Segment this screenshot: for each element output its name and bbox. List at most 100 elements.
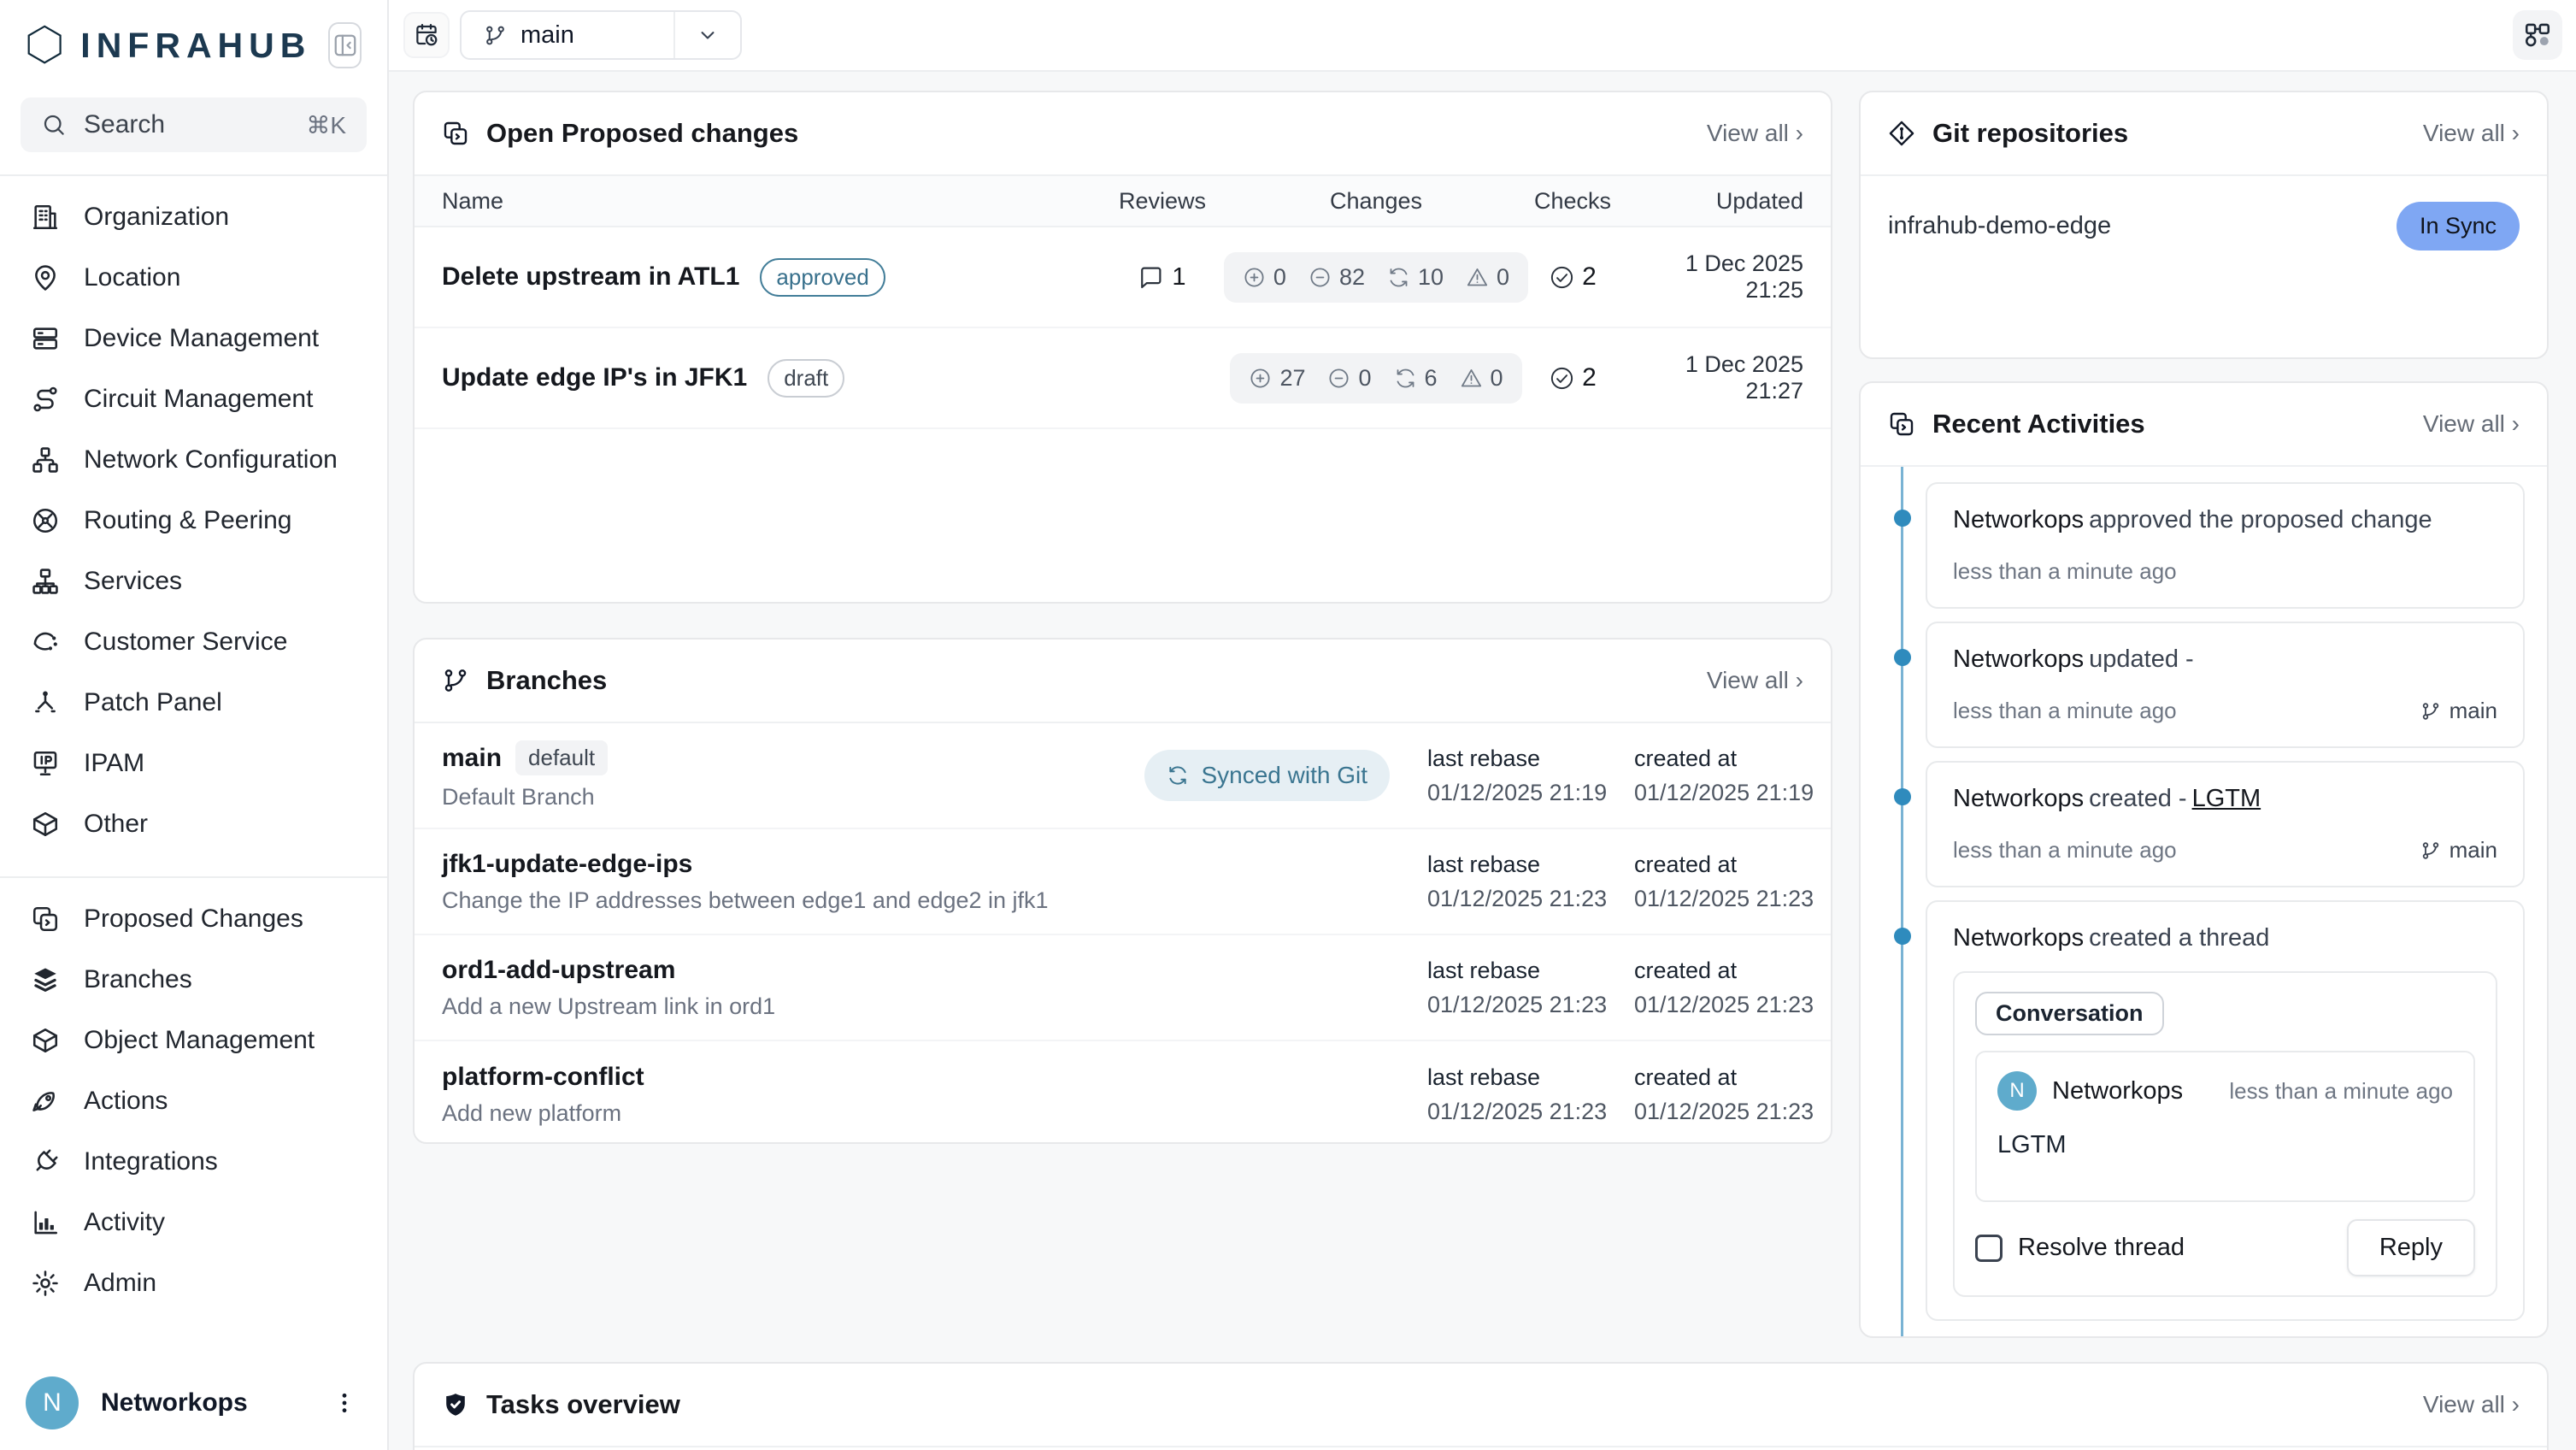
cube-icon bbox=[31, 1026, 60, 1055]
created-at-value: 01/12/2025 21:23 bbox=[1634, 1099, 1803, 1125]
time-travel-button[interactable] bbox=[403, 12, 450, 58]
rocket-icon bbox=[31, 1087, 60, 1116]
schema-button[interactable] bbox=[2513, 10, 2562, 60]
view-all-link[interactable]: View all › bbox=[1707, 120, 1803, 147]
sidebar-item-location[interactable]: Location bbox=[21, 247, 367, 308]
sidebar-item-actions[interactable]: Actions bbox=[21, 1070, 367, 1131]
branch-row[interactable]: jfk1-update-edge-ips Change the IP addre… bbox=[415, 829, 1831, 935]
proposed-change-name[interactable]: Delete upstream in ATL1 bbox=[442, 262, 739, 292]
reply-button[interactable]: Reply bbox=[2347, 1219, 2475, 1276]
last-rebase-value: 01/12/2025 21:23 bbox=[1427, 1099, 1597, 1125]
network-icon bbox=[31, 445, 60, 474]
comment-icon bbox=[1138, 265, 1163, 290]
column-reviews: Reviews bbox=[1085, 188, 1239, 215]
user-options-button[interactable] bbox=[327, 1386, 362, 1420]
sidebar-item-proposed-changes[interactable]: Proposed Changes bbox=[21, 888, 367, 949]
view-all-link[interactable]: View all › bbox=[2423, 1391, 2520, 1418]
refresh-icon bbox=[1167, 764, 1189, 787]
sidebar-item-patch-panel[interactable]: Patch Panel bbox=[21, 672, 367, 733]
branch-name[interactable]: ord1-add-upstream bbox=[442, 956, 675, 985]
sidebar-item-label: Device Management bbox=[84, 324, 319, 353]
resolve-thread-checkbox[interactable] bbox=[1975, 1235, 2003, 1262]
sidebar-item-label: Integrations bbox=[84, 1147, 218, 1176]
branch-row[interactable]: main default Default Branch Synced with … bbox=[415, 723, 1831, 829]
activity-card: Networkopsupdated - less than a minute a… bbox=[1926, 622, 2525, 748]
sidebar-item-ipam[interactable]: IPAM bbox=[21, 733, 367, 793]
conflicts-count: 0 bbox=[1497, 264, 1509, 291]
search-input[interactable]: Search ⌘K bbox=[21, 97, 367, 152]
table-row[interactable]: Delete upstream in ATL1 approved 1 bbox=[415, 227, 1831, 328]
sidebar-item-routing-peering[interactable]: Routing & Peering bbox=[21, 490, 367, 551]
branch-name[interactable]: platform-conflict bbox=[442, 1063, 644, 1092]
sidebar-collapse-button[interactable] bbox=[328, 22, 362, 68]
activity-action: created a thread bbox=[2089, 924, 2269, 952]
sidebar-item-customer-service[interactable]: Customer Service bbox=[21, 611, 367, 672]
panel-title: Tasks overview bbox=[486, 1389, 680, 1420]
repository-row[interactable]: infrahub-demo-edge In Sync bbox=[1861, 174, 2547, 276]
sitemap-icon bbox=[31, 567, 60, 596]
schema-icon bbox=[2523, 21, 2552, 50]
customer-service-icon bbox=[31, 628, 60, 657]
created-at-label: created at bbox=[1634, 746, 1803, 772]
branch-name[interactable]: jfk1-update-edge-ips bbox=[442, 850, 692, 879]
removed-count: 0 bbox=[1358, 365, 1371, 392]
activity-actor: Networkops bbox=[1953, 645, 2084, 673]
conversation-box: Conversation N Networkops less than a mi… bbox=[1953, 971, 2497, 1297]
proposed-changes-panel: Open Proposed changes View all › Name Re… bbox=[413, 91, 1832, 604]
sidebar-item-other[interactable]: Other bbox=[21, 793, 367, 854]
sidebar-item-integrations[interactable]: Integrations bbox=[21, 1131, 367, 1192]
branch-selector-value[interactable]: main bbox=[462, 12, 673, 58]
branches-panel: Branches View all › main default bbox=[413, 638, 1832, 1144]
plus-circle-icon bbox=[1249, 367, 1272, 390]
sidebar-item-object-management[interactable]: Object Management bbox=[21, 1010, 367, 1070]
branch-selector[interactable]: main bbox=[460, 10, 742, 60]
sync-status-label: Synced with Git bbox=[1201, 762, 1367, 789]
sidebar-item-organization[interactable]: Organization bbox=[21, 186, 367, 247]
activity-time: less than a minute ago bbox=[1953, 698, 2177, 724]
plus-circle-icon bbox=[1243, 266, 1266, 289]
checks-count: 2 bbox=[1582, 262, 1597, 292]
branch-row[interactable]: ord1-add-upstream Add a new Upstream lin… bbox=[415, 935, 1831, 1041]
sidebar-item-network-configuration[interactable]: Network Configuration bbox=[21, 429, 367, 490]
warning-triangle-icon bbox=[1466, 266, 1489, 289]
activity-time: less than a minute ago bbox=[1953, 837, 2177, 864]
diff-icon bbox=[31, 905, 60, 934]
repository-name[interactable]: infrahub-demo-edge bbox=[1888, 212, 2111, 240]
status-badge: draft bbox=[768, 359, 844, 398]
sidebar-item-label: Circuit Management bbox=[84, 385, 313, 414]
activity-actor: Networkops bbox=[1953, 506, 2084, 533]
sidebar-item-label: Object Management bbox=[84, 1026, 315, 1055]
sidebar-item-admin[interactable]: Admin bbox=[21, 1253, 367, 1313]
branch-description: Add a new Upstream link in ord1 bbox=[442, 993, 1427, 1020]
last-rebase-value: 01/12/2025 21:23 bbox=[1427, 992, 1597, 1018]
shield-check-icon bbox=[442, 1391, 469, 1418]
sidebar-item-services[interactable]: Services bbox=[21, 551, 367, 611]
user-menu[interactable]: N Networkops bbox=[21, 1368, 367, 1429]
table-row[interactable]: Update edge IP's in JFK1 draft 27 0 6 0 bbox=[415, 328, 1831, 429]
search-shortcut: ⌘K bbox=[306, 111, 346, 139]
view-all-link[interactable]: View all › bbox=[2423, 410, 2520, 438]
created-at-value: 01/12/2025 21:23 bbox=[1634, 886, 1803, 912]
timeline-dot bbox=[1894, 510, 1911, 527]
branch-row[interactable]: platform-conflict Add new platform last … bbox=[415, 1041, 1831, 1144]
sidebar-item-activity[interactable]: Activity bbox=[21, 1192, 367, 1253]
user-name: Networkops bbox=[101, 1388, 248, 1418]
view-all-link[interactable]: View all › bbox=[1707, 667, 1803, 694]
sidebar-item-circuit-management[interactable]: Circuit Management bbox=[21, 368, 367, 429]
sidebar-item-branches[interactable]: Branches bbox=[21, 949, 367, 1010]
activity-link[interactable]: LGTM bbox=[2192, 785, 2261, 812]
added-count: 0 bbox=[1273, 264, 1286, 291]
branch-name[interactable]: main bbox=[442, 744, 502, 773]
branch-description: Add new platform bbox=[442, 1100, 1427, 1127]
comment-body: LGTM bbox=[1997, 1131, 2453, 1182]
conversation-badge: Conversation bbox=[1975, 992, 2164, 1035]
branch-name: main bbox=[2450, 698, 2497, 724]
infrahub-logo-icon bbox=[26, 16, 63, 74]
view-all-link[interactable]: View all › bbox=[2423, 120, 2520, 147]
proposed-change-name[interactable]: Update edge IP's in JFK1 bbox=[442, 363, 747, 392]
avatar: N bbox=[26, 1376, 79, 1429]
git-branch-icon bbox=[2420, 701, 2441, 722]
sidebar-item-device-management[interactable]: Device Management bbox=[21, 308, 367, 368]
timeline-line bbox=[1901, 467, 1903, 1336]
branch-selector-toggle[interactable] bbox=[673, 12, 740, 58]
